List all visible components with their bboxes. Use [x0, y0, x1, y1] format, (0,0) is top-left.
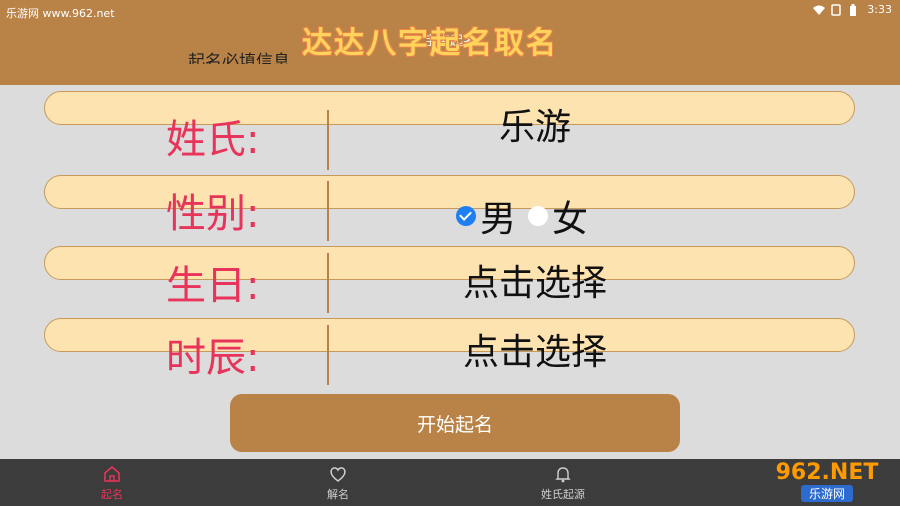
watermark-site-name: 乐游网 [800, 485, 853, 502]
nav-item-interpret[interactable]: 解名 [278, 459, 398, 506]
section-heading: 起名必填信息 [188, 52, 290, 64]
status-icons: 3:33 [813, 3, 892, 16]
gender-label: 性别: [166, 191, 260, 237]
divider [327, 110, 329, 170]
divider [327, 253, 329, 313]
birthday-picker[interactable]: 点击选择 [330, 262, 740, 306]
male-label[interactable]: 男 [480, 190, 516, 242]
app-header: 乐游网 www.962.net 3:33 宝宝起名 达达八字起名取名 起名必填信… [0, 0, 900, 85]
divider [327, 325, 329, 385]
female-label[interactable]: 女 [552, 190, 588, 242]
nav-label: 起名 [101, 488, 123, 501]
birthday-label: 生日: [166, 263, 260, 309]
male-radio[interactable] [456, 206, 476, 226]
app-title: 达达八字起名取名 [302, 26, 558, 61]
female-radio[interactable] [528, 206, 549, 226]
nav-item-naming[interactable]: 起名 [52, 459, 172, 506]
battery-icon [849, 3, 861, 16]
gender-radio-group: 男 女 [456, 190, 588, 242]
hour-label: 时辰: [166, 335, 260, 381]
nav-label: 姓氏起源 [541, 488, 585, 501]
wifi-icon [813, 4, 826, 16]
nav-item-surname-origin[interactable]: 姓氏起源 [503, 459, 623, 506]
surname-label: 姓氏: [166, 117, 260, 163]
divider [327, 181, 329, 241]
heart-icon [328, 464, 348, 484]
nav-label: 解名 [327, 488, 349, 501]
status-time: 3:33 [867, 3, 892, 16]
home-icon [102, 464, 122, 484]
no-sim-icon [831, 3, 843, 16]
surname-input[interactable]: 乐游 [330, 106, 740, 150]
hour-picker[interactable]: 点击选择 [330, 331, 740, 375]
bell-icon [553, 464, 573, 484]
site-watermark-logo: 962.NET 乐游网 [762, 458, 892, 504]
start-naming-button[interactable]: 开始起名 [230, 394, 680, 452]
watermark-logo-text: 962.NET [775, 460, 879, 485]
